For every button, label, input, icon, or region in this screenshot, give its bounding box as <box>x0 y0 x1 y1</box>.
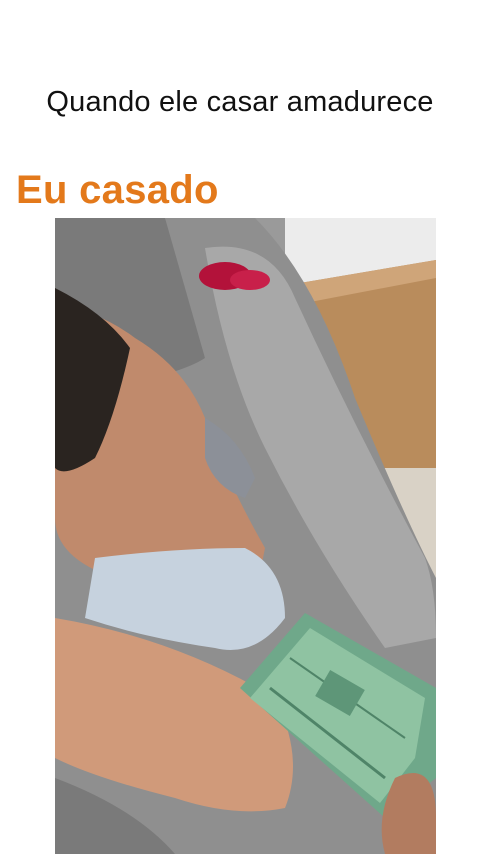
video-frame-illustration <box>55 218 436 854</box>
meme-post: Quando ele casar amadurece Eu casado <box>0 0 480 854</box>
video-frame[interactable] <box>55 218 436 854</box>
meme-caption: Quando ele casar amadurece <box>46 86 434 118</box>
meme-subtitle: Eu casado <box>16 168 219 212</box>
